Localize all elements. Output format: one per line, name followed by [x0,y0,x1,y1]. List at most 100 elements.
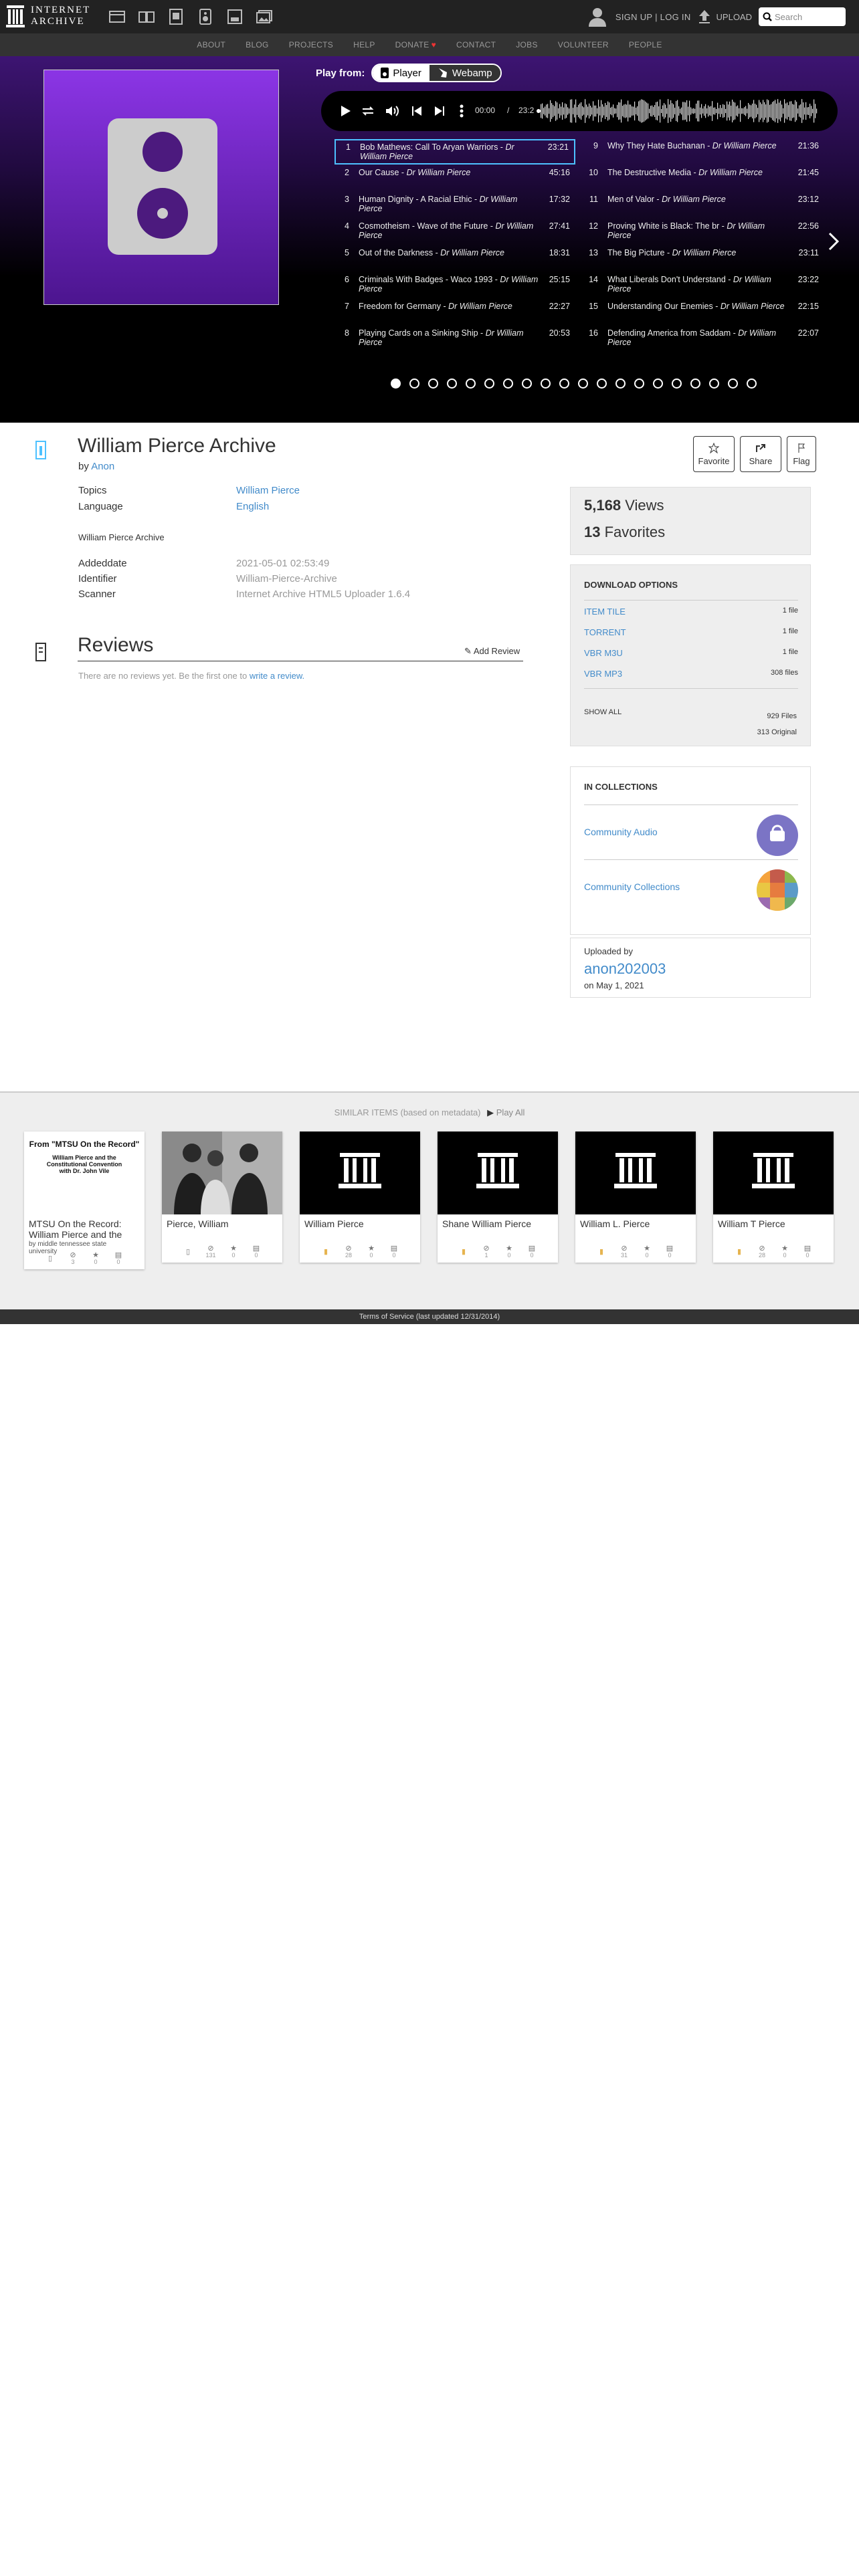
search-input[interactable]: Search [759,7,846,26]
waveform-scrubber[interactable] [537,96,818,126]
metadata-value-link[interactable]: English [236,501,269,512]
track-item[interactable]: 14 What Liberals Don't Understand - Dr Wi… [583,273,824,298]
collection-link[interactable]: Community Collections [584,881,680,892]
audio-icon[interactable] [195,7,215,26]
creator-link[interactable]: Anon [91,461,114,472]
user-icon[interactable] [586,5,609,28]
carousel-dot[interactable] [409,379,419,389]
webamp-icon [438,68,447,78]
track-item[interactable]: 6 Criminals With Badges - Waco 1993 - Dr … [335,273,575,298]
uploader-name[interactable]: anon202003 [584,960,797,978]
nav-jobs[interactable]: JOBS [516,40,538,49]
carousel-dot[interactable] [503,379,513,389]
collection-item[interactable]: Community Audio [584,804,798,859]
player-mode-webamp[interactable]: Webamp [429,65,500,81]
upload-date: on May 1, 2021 [584,980,644,990]
favorite-button[interactable]: Favorite [693,436,735,472]
download-link[interactable]: TORRENT [584,627,626,637]
carousel-dot[interactable] [747,379,757,389]
similar-item-tile[interactable]: Shane William Pierce ▮ ⊘ 1 ★ 0 ▤ 0 [438,1132,558,1263]
collection-item[interactable]: Community Collections [584,859,798,914]
carousel-dot[interactable] [709,379,719,389]
previous-track-icon[interactable] [408,103,424,119]
player-mode-icon [381,68,389,78]
track-item[interactable]: 12 Proving White is Black: The br - Dr Wi… [583,219,824,245]
archive-logo[interactable]: INTERNET ARCHIVE [5,4,90,28]
images-icon[interactable] [254,7,274,26]
footer-terms[interactable]: Terms of Service (last updated 12/31/201… [0,1309,859,1324]
nav-blog[interactable]: BLOG [246,40,269,49]
next-track-icon[interactable] [432,103,448,119]
track-item[interactable]: 13 The Big Picture - Dr William Pierce 23:… [583,246,824,272]
texts-icon[interactable] [136,7,157,26]
add-review-button[interactable]: ✎ Add Review [464,646,520,657]
nav-people[interactable]: PEOPLE [629,40,662,49]
nav-about[interactable]: ABOUT [197,40,225,49]
similar-item-tile[interactable]: Pierce, William ▯ ⊘ 131 ★ 0 ▤ 0 [162,1132,282,1263]
track-title-separator: - [691,168,699,177]
software-icon[interactable] [225,7,245,26]
chevron-right-icon[interactable] [827,231,840,251]
carousel-dot[interactable] [634,379,644,389]
nav-volunteer[interactable]: VOLUNTEER [558,40,609,49]
volume-icon[interactable] [384,103,400,119]
more-options-icon[interactable] [454,103,470,119]
web-icon[interactable] [107,7,127,26]
collection-link[interactable]: Community Audio [584,827,658,837]
track-item[interactable]: 5 Out of the Darkness - Dr William Pierce… [335,246,575,272]
track-item[interactable]: 16 Defending America from Saddam - Dr Wil… [583,326,824,352]
track-duration: 23:11 [798,248,819,257]
track-item[interactable]: 2 Our Cause - Dr William Pierce 45:16 [335,166,575,191]
carousel-dot[interactable] [484,379,494,389]
write-review-link[interactable]: write a review. [250,671,304,681]
track-item[interactable]: 10 The Destructive Media - Dr William Pie… [583,166,824,191]
track-item[interactable]: 4 Cosmotheism - Wave of the Future - Dr W… [335,219,575,245]
carousel-dot[interactable] [428,379,438,389]
info-icon [35,441,46,459]
carousel-dot[interactable] [559,379,569,389]
metadata-value-link[interactable]: William Pierce [236,485,300,496]
player-mode-toggle[interactable]: Player Webamp [371,64,502,82]
nav-projects[interactable]: PROJECTS [289,40,333,49]
nav-contact[interactable]: CONTACT [456,40,496,49]
video-icon[interactable] [166,7,186,26]
signup-login-link[interactable]: SIGN UP | LOG IN [615,12,691,22]
flag-button[interactable]: Flag [787,436,816,472]
upload-button[interactable]: UPLOAD [698,9,752,24]
similar-item-tile[interactable]: William Pierce ▮ ⊘ 28 ★ 0 ▤ 0 [300,1132,420,1263]
carousel-dot[interactable] [541,379,551,389]
track-item[interactable]: 15 Understanding Our Enemies - Dr William… [583,300,824,325]
similar-item-tile[interactable]: From "MTSU On the Record" William Pierce … [24,1132,145,1269]
track-item[interactable]: 7 Freedom for Germany - Dr William Pierce… [335,300,575,325]
carousel-dot[interactable] [672,379,682,389]
play-all-button[interactable]: ▶ Play All [487,1107,524,1117]
carousel-dot[interactable] [615,379,626,389]
carousel-dot[interactable] [391,379,401,389]
similar-item-tile[interactable]: William T Pierce ▮ ⊘ 28 ★ 0 ▤ 0 [713,1132,834,1263]
carousel-dot[interactable] [597,379,607,389]
track-item[interactable]: 11 Men of Valor - Dr William Pierce 23:12 [583,193,824,218]
download-link[interactable]: VBR M3U [584,648,623,658]
track-item[interactable]: 9 Why They Hate Buchanan - Dr William Pie… [583,139,824,165]
community-collections-icon [757,869,798,911]
track-item[interactable]: 8 Playing Cards on a Sinking Ship - Dr Wi… [335,326,575,352]
download-link[interactable]: VBR MP3 [584,669,622,679]
track-item[interactable]: 1 Bob Mathews: Call To Aryan Warriors - D… [335,139,575,165]
nav-help[interactable]: HELP [353,40,375,49]
similar-item-tile[interactable]: William L. Pierce ▮ ⊘ 31 ★ 0 ▤ 0 [575,1132,696,1263]
carousel-dot[interactable] [653,379,663,389]
player-mode-player[interactable]: Player [373,65,430,81]
share-button[interactable]: Share [740,436,781,472]
carousel-dot[interactable] [728,379,738,389]
play-icon[interactable] [337,103,353,119]
carousel-dot[interactable] [578,379,588,389]
show-all-link[interactable]: SHOW ALL [584,708,622,716]
carousel-dot[interactable] [466,379,476,389]
track-item[interactable]: 3 Human Dignity - A Racial Ethic - Dr Wil… [335,193,575,218]
carousel-dot[interactable] [447,379,457,389]
download-link[interactable]: ITEM TILE [584,607,626,617]
repeat-icon[interactable] [360,103,376,119]
nav-donate[interactable]: DONATE ♥ [395,40,436,49]
carousel-dot[interactable] [522,379,532,389]
carousel-dot[interactable] [690,379,700,389]
